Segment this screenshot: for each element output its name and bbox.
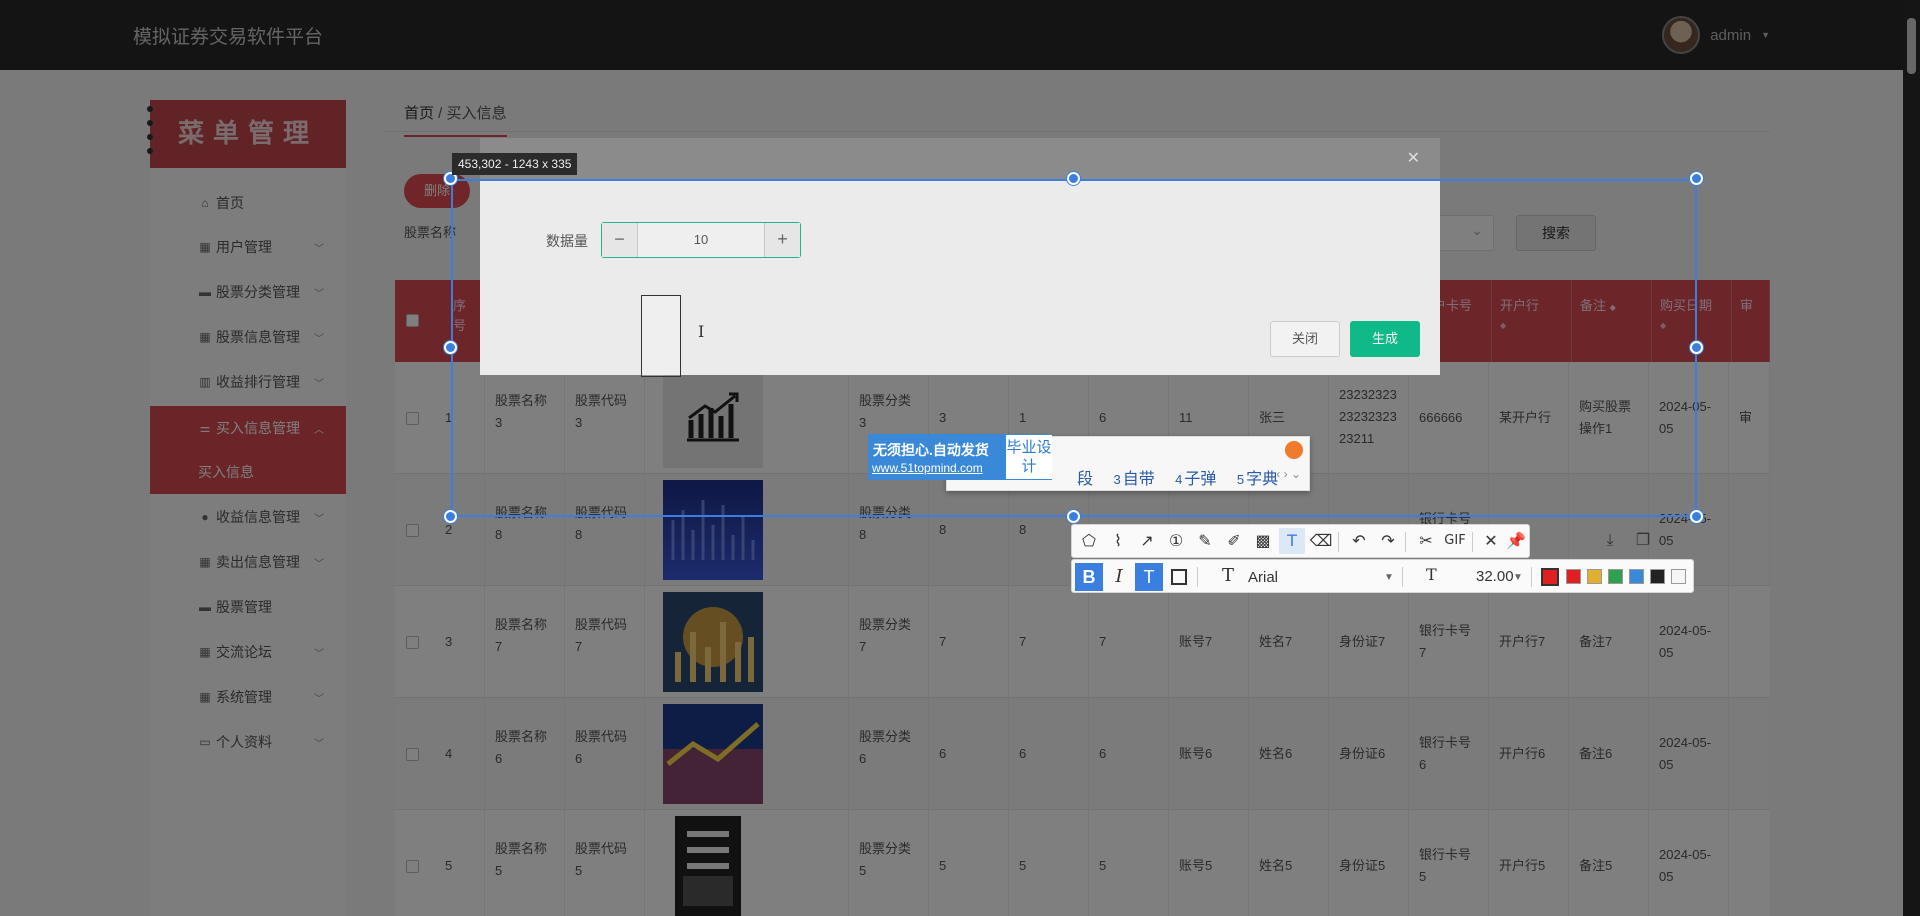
color-swatch[interactable] — [1566, 569, 1581, 584]
toolbar-divider — [1531, 567, 1532, 587]
ime-candidate[interactable]: 5 字典 — [1237, 471, 1278, 488]
dropdown-arrow-icon[interactable]: ▼ — [1513, 572, 1523, 583]
close-icon[interactable]: ✕ — [1478, 528, 1504, 554]
resize-handle[interactable] — [1690, 341, 1703, 354]
text-background-icon[interactable] — [1165, 563, 1193, 591]
toolbar-divider — [1472, 532, 1473, 552]
polyline-icon[interactable]: ⌇ — [1105, 528, 1131, 554]
highlighter-icon[interactable]: ✐ — [1221, 528, 1247, 554]
gif-icon[interactable]: GIF — [1442, 528, 1468, 554]
ad-banner[interactable]: 无须担心.自动发货 www.51topmind.com 毕业设计 — [868, 434, 1052, 480]
resize-handle[interactable] — [444, 341, 457, 354]
download-icon[interactable]: ⤓ — [1597, 527, 1623, 553]
toolbar-divider — [1402, 567, 1403, 587]
dropdown-arrow-icon[interactable]: ▼ — [1384, 572, 1394, 583]
shape-icon[interactable]: ⬠ — [1076, 528, 1102, 554]
ime-logo-icon — [1285, 441, 1303, 459]
ad-slogan: 无须担心.自动发货 — [873, 442, 989, 458]
text-outline-icon[interactable]: T — [1135, 563, 1163, 591]
resize-handle[interactable] — [1067, 172, 1080, 185]
resize-handle[interactable] — [1067, 510, 1080, 523]
font-size-select[interactable]: 32.00 — [1476, 568, 1514, 585]
color-swatch[interactable] — [1629, 569, 1644, 584]
pencil-icon[interactable]: ✎ — [1192, 528, 1218, 554]
ime-candidates[interactable]: 段 3 自带 4 子弹 5 字典 — [1077, 465, 1294, 489]
resize-handle[interactable] — [444, 510, 457, 523]
arrow-icon[interactable]: ↗ — [1134, 528, 1160, 554]
font-select[interactable]: Arial — [1248, 569, 1278, 586]
font-size-icon: T — [1426, 565, 1437, 584]
close-icon[interactable]: ✕ — [1407, 148, 1420, 168]
redo-icon[interactable]: ↷ — [1375, 528, 1401, 554]
color-swatch[interactable] — [1650, 569, 1665, 584]
ime-candidate[interactable]: 4 子弹 — [1175, 471, 1216, 488]
pin-icon[interactable]: 📌 — [1506, 528, 1526, 554]
toolbar-divider — [1338, 532, 1339, 552]
bold-icon[interactable]: B — [1075, 563, 1103, 591]
color-swatch[interactable] — [1608, 569, 1623, 584]
capture-toolbar: ⬠ ⌇ ↗ ① ✎ ✐ ▩ T ⌫ ↶ ↷ ✂ GIF ✕ 📌 — [1071, 524, 1530, 558]
undo-icon[interactable]: ↶ — [1346, 528, 1372, 554]
ad-badge: 毕业设计 — [1006, 435, 1052, 479]
mosaic-icon[interactable]: ▩ — [1250, 528, 1276, 554]
text-format-toolbar: B I T T Arial ▼ T ▼ — [1071, 559, 1694, 593]
copy-icon[interactable]: ❐ — [1630, 527, 1656, 553]
ime-page-arrows-icon[interactable]: ‹ › ⌄ — [1276, 467, 1301, 481]
color-swatch[interactable] — [1587, 569, 1602, 584]
ad-link[interactable]: www.51topmind.com — [872, 461, 983, 475]
toolbar-divider — [1197, 567, 1198, 587]
italic-icon[interactable]: I — [1105, 563, 1133, 591]
font-icon: T — [1222, 565, 1235, 586]
ime-candidate[interactable]: 段 — [1077, 471, 1093, 488]
resize-handle[interactable] — [1690, 172, 1703, 185]
ime-candidate[interactable]: 3 自带 — [1113, 471, 1154, 488]
modal-header: ✕ — [480, 138, 1440, 180]
resize-handle[interactable] — [1690, 510, 1703, 523]
number-marker-icon[interactable]: ① — [1163, 528, 1189, 554]
color-swatch[interactable] — [1671, 569, 1686, 584]
text-tool-icon[interactable]: T — [1279, 528, 1305, 554]
eraser-icon[interactable]: ⌫ — [1308, 528, 1334, 554]
selection-info: 453,302 - 1243 x 335 — [452, 153, 578, 175]
scissors-icon[interactable]: ✂ — [1413, 528, 1439, 554]
color-swatch[interactable] — [1541, 568, 1559, 586]
toolbar-divider — [1405, 532, 1406, 552]
